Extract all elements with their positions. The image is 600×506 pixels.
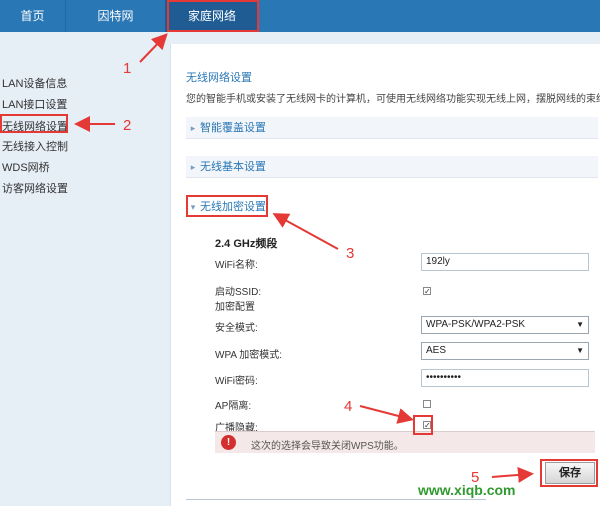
- arrow-5: [491, 466, 534, 483]
- arrow-1: [139, 33, 168, 63]
- arrow-3: [272, 213, 339, 250]
- annotation-number-4: 4: [344, 398, 353, 415]
- annotation-number-2: 2: [123, 117, 132, 134]
- arrow-4: [359, 405, 414, 424]
- annotation-arrows: [74, 33, 534, 483]
- annotation-number-3: 3: [346, 245, 355, 262]
- watermark: www.xiqb.com: [418, 482, 516, 498]
- annotation-number-1: 1: [123, 60, 132, 77]
